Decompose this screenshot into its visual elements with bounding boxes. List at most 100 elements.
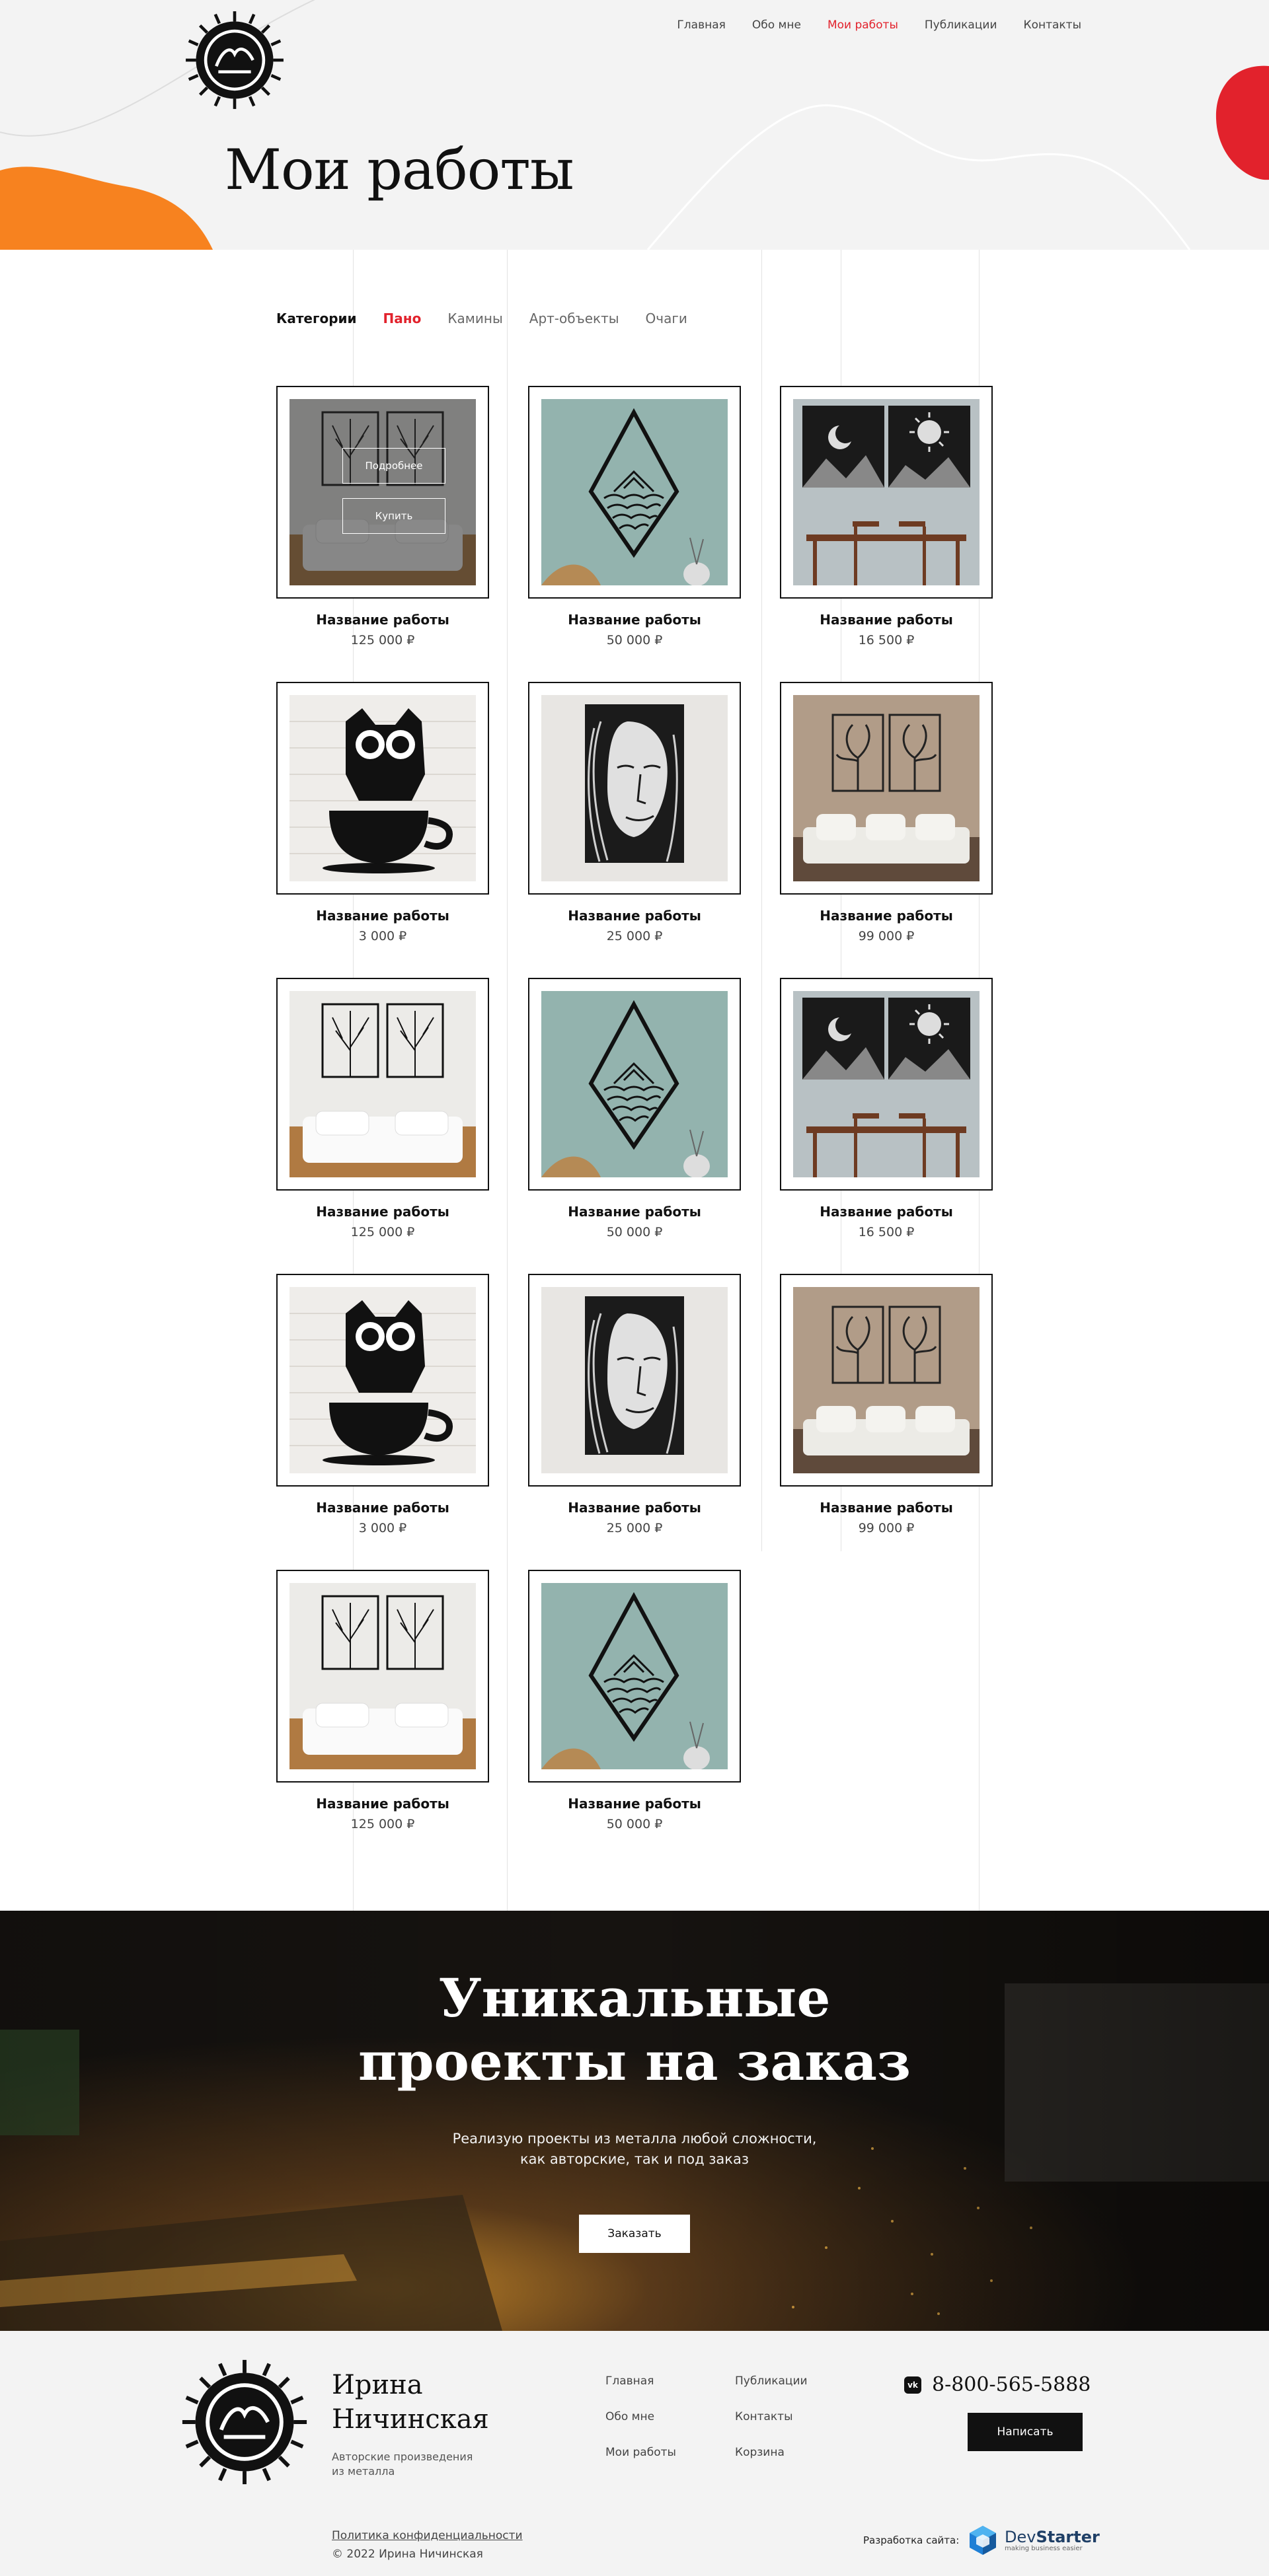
page-title: Мои работы (225, 137, 574, 202)
product-image-frame[interactable] (528, 1570, 741, 1783)
banner-title-line: Уникальные (438, 1967, 831, 2029)
product-name[interactable]: Название работы (276, 1204, 489, 1220)
product-card[interactable]: Название работы 99 000 ₽ (780, 1274, 993, 1535)
product-price: 50 000 ₽ (606, 1817, 663, 1831)
footer-link-about[interactable]: Обо мне (605, 2410, 676, 2423)
product-name[interactable]: Название работы (276, 908, 489, 924)
buy-button[interactable]: Купить (342, 498, 445, 534)
nav-about[interactable]: Обо мне (752, 18, 801, 32)
footer-link-contacts[interactable]: Контакты (735, 2410, 808, 2423)
footer-link-publications[interactable]: Публикации (735, 2374, 808, 2388)
category-hearths[interactable]: Очаги (646, 311, 687, 326)
footer-name-line: Ирина (332, 2370, 423, 2400)
product-price: 3 000 ₽ (358, 929, 407, 943)
footer-link-home[interactable]: Главная (605, 2374, 676, 2388)
product-card[interactable]: Название работы 50 000 ₽ (528, 386, 741, 647)
footer-nav-col-2: Публикации Контакты Корзина (735, 2374, 808, 2459)
footer-link-cart[interactable]: Корзина (735, 2446, 808, 2459)
product-price: 99 000 ₽ (858, 1521, 915, 1535)
category-art-objects[interactable]: Арт-объекты (529, 311, 619, 326)
footer-desc-line: Авторские произведения (332, 2450, 473, 2463)
product-image (541, 1583, 728, 1769)
logo[interactable] (184, 9, 286, 111)
product-image-frame[interactable] (528, 978, 741, 1191)
product-image (541, 399, 728, 585)
product-image (541, 1287, 728, 1473)
footer-logo[interactable] (180, 2357, 309, 2487)
product-image-frame[interactable] (276, 978, 489, 1191)
product-name[interactable]: Название работы (528, 1204, 741, 1220)
nav-works[interactable]: Мои работы (827, 18, 898, 32)
product-image-frame[interactable] (276, 682, 489, 895)
product-image (793, 695, 980, 881)
product-price: 125 000 ₽ (350, 1817, 415, 1831)
product-image (289, 1287, 476, 1473)
product-name[interactable]: Название работы (276, 1500, 489, 1516)
footer-link-works[interactable]: Мои работы (605, 2446, 676, 2459)
product-card[interactable]: Название работы 16 500 ₽ (780, 386, 993, 647)
product-name[interactable]: Название работы (276, 1796, 489, 1812)
product-card[interactable]: Название работы 99 000 ₽ (780, 682, 993, 943)
product-name[interactable]: Название работы (528, 1796, 741, 1812)
product-name[interactable]: Название работы (528, 1500, 741, 1516)
product-price: 50 000 ₽ (606, 1225, 663, 1239)
product-card[interactable]: Подробнее Купить Название работы 125 000… (276, 386, 489, 647)
product-card[interactable]: Название работы 3 000 ₽ (276, 682, 489, 943)
product-image-frame[interactable] (780, 682, 993, 895)
nav-contacts[interactable]: Контакты (1024, 18, 1082, 32)
product-name[interactable]: Название работы (276, 612, 489, 628)
product-name[interactable]: Название работы (780, 612, 993, 628)
product-name[interactable]: Название работы (528, 908, 741, 924)
product-card[interactable]: Название работы 16 500 ₽ (780, 978, 993, 1239)
product-card[interactable]: Название работы 3 000 ₽ (276, 1274, 489, 1535)
footer-desc-line: из металла (332, 2465, 395, 2478)
footer: Ирина Ничинская Авторские произведения и… (0, 2331, 1269, 2576)
product-card[interactable]: Название работы 125 000 ₽ (276, 978, 489, 1239)
product-image-frame[interactable] (528, 386, 741, 599)
banner-subtitle-line: Реализую проекты из металла любой сложно… (452, 2131, 817, 2147)
product-image-frame[interactable] (528, 682, 741, 895)
write-button[interactable]: Написать (968, 2413, 1083, 2451)
product-price: 16 500 ₽ (858, 1225, 915, 1239)
product-price: 125 000 ₽ (350, 633, 415, 647)
product-image-frame[interactable] (276, 1570, 489, 1783)
banner-title: Уникальные проекты на заказ (0, 1966, 1269, 2093)
product-price: 25 000 ₽ (606, 1521, 663, 1535)
footer-phone: vk 8-800-565-5888 (904, 2373, 1091, 2396)
product-image (793, 1287, 980, 1473)
product-name[interactable]: Название работы (528, 612, 741, 628)
product-card[interactable]: Название работы 125 000 ₽ (276, 1570, 489, 1831)
product-name[interactable]: Название работы (780, 908, 993, 924)
product-image-frame[interactable] (780, 1274, 993, 1487)
product-price: 3 000 ₽ (358, 1521, 407, 1535)
category-fireplaces[interactable]: Камины (447, 311, 502, 326)
category-filter: Категории Пано Камины Арт-объекты Очаги (276, 311, 687, 326)
hover-overlay: Подробнее Купить (289, 399, 476, 585)
privacy-policy-link[interactable]: Политика конфиденциальности (332, 2529, 523, 2542)
product-image-frame[interactable] (780, 978, 993, 1191)
product-card[interactable]: Название работы 50 000 ₽ (528, 1570, 741, 1831)
product-price: 16 500 ₽ (858, 633, 915, 647)
red-blob (1215, 65, 1269, 180)
product-name[interactable]: Название работы (780, 1500, 993, 1516)
vk-icon[interactable]: vk (904, 2376, 921, 2394)
devstarter-brand-a: Dev (1005, 2527, 1036, 2546)
category-pano[interactable]: Пано (383, 311, 422, 326)
nav-home[interactable]: Главная (677, 18, 725, 32)
product-card[interactable]: Название работы 25 000 ₽ (528, 682, 741, 943)
product-name[interactable]: Название работы (780, 1204, 993, 1220)
product-image-frame[interactable]: Подробнее Купить (276, 386, 489, 599)
product-image-frame[interactable] (276, 1274, 489, 1487)
product-price: 125 000 ₽ (350, 1225, 415, 1239)
product-card[interactable]: Название работы 50 000 ₽ (528, 978, 741, 1239)
devstarter-logo[interactable]: DevStarter making business easier (966, 2524, 1100, 2557)
copyright: © 2022 Ирина Ничинская (332, 2548, 483, 2561)
details-button[interactable]: Подробнее (342, 448, 445, 484)
grid-line (507, 250, 508, 1911)
phone-number[interactable]: 8-800-565-5888 (932, 2373, 1091, 2396)
product-image-frame[interactable] (528, 1274, 741, 1487)
order-button[interactable]: Заказать (579, 2215, 690, 2253)
product-image-frame[interactable] (780, 386, 993, 599)
nav-publications[interactable]: Публикации (925, 18, 997, 32)
product-card[interactable]: Название работы 25 000 ₽ (528, 1274, 741, 1535)
